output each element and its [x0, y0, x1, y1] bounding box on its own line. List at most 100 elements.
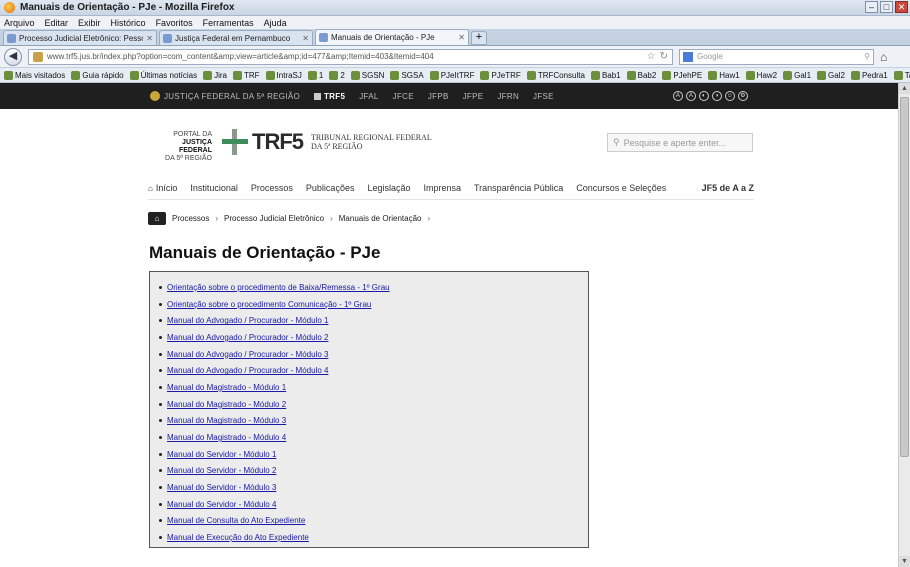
minimize-button[interactable]: –	[865, 1, 878, 13]
breadcrumb-home-icon[interactable]: ⌂	[148, 212, 166, 225]
menu-favoritos[interactable]: Favoritos	[156, 18, 193, 28]
manual-link[interactable]: Manual do Magistrado - Módulo 1	[167, 383, 286, 392]
bookmark-item[interactable]: Haw1	[708, 70, 740, 80]
manual-link[interactable]: Manual do Servidor - Módulo 2	[167, 466, 276, 475]
link-jfpb[interactable]: JFPB	[428, 92, 449, 101]
bookmark-item[interactable]: TRFConsulta	[526, 70, 585, 80]
manual-link[interactable]: Manual do Advogado / Procurador - Módulo…	[167, 316, 328, 325]
manual-link[interactable]: Manual do Magistrado - Módulo 3	[167, 416, 286, 425]
bookmark-item[interactable]: Guia rápido	[71, 70, 124, 80]
bookmark-item[interactable]: Bab1	[590, 70, 621, 80]
bookmark-item[interactable]: Haw2	[745, 70, 777, 80]
bookmark-item[interactable]: Tabelas	[893, 70, 910, 80]
bookmark-item[interactable]: SGSA	[390, 70, 424, 80]
accessibility-icon[interactable]: ☺	[725, 91, 735, 101]
nav-a-z[interactable]: JF5 de A a Z	[702, 183, 754, 193]
manual-link[interactable]: Manual do Advogado / Procurador - Módulo…	[167, 350, 328, 359]
settings-icon[interactable]: ⚙	[738, 91, 748, 101]
nav-imprensa[interactable]: Imprensa	[423, 183, 461, 193]
nav-transparencia[interactable]: Transparência Pública	[474, 183, 563, 193]
font-decrease-icon[interactable]: A	[686, 91, 696, 101]
manual-link[interactable]: Manual de Execução do Ato Expediente	[167, 533, 309, 542]
bullet-icon	[159, 319, 162, 323]
trf5-link[interactable]: TRF5	[314, 92, 345, 101]
breadcrumb-separator-icon: ›	[427, 214, 431, 223]
manual-link[interactable]: Manual do Servidor - Módulo 3	[167, 483, 276, 492]
bookmark-item[interactable]: IntraSJ	[265, 70, 302, 80]
bookmark-item[interactable]: Pedra1	[850, 70, 888, 80]
nav-institucional[interactable]: Institucional	[190, 183, 238, 193]
manual-link[interactable]: Manual do Servidor - Módulo 1	[167, 450, 276, 459]
font-increase-icon[interactable]: A	[673, 91, 683, 101]
link-jfrn[interactable]: JFRN	[497, 92, 519, 101]
portal-logo[interactable]: PORTAL DA JUSTIÇA FEDERAL DA 5ª REGIÃO	[150, 131, 212, 163]
bookmark-item[interactable]: 1	[307, 70, 323, 80]
bookmark-item[interactable]: Bab2	[626, 70, 656, 80]
nav-processos[interactable]: Processos	[251, 183, 293, 193]
bookmark-favicon-icon	[203, 70, 213, 80]
menu-arquivo[interactable]: Arquivo	[4, 18, 35, 28]
manual-link[interactable]: Orientação sobre o procedimento de Baixa…	[167, 283, 390, 292]
vertical-scrollbar[interactable]: ▲ ▼	[898, 83, 910, 567]
reload-icon[interactable]: ↻	[660, 51, 668, 62]
manual-link[interactable]: Manual do Magistrado - Módulo 4	[167, 433, 286, 442]
manual-link[interactable]: Orientação sobre o procedimento Comunica…	[167, 300, 371, 309]
trf5-logo[interactable]: TRF5 TRIBUNAL REGIONAL FEDERAL DA 5ª REG…	[222, 129, 432, 155]
site-identity-icon[interactable]	[33, 51, 43, 62]
contrast-icon[interactable]: ◐	[699, 91, 709, 101]
bookmark-item[interactable]: Mais visitados	[4, 70, 65, 80]
breadcrumb-pje[interactable]: Processo Judicial Eletrônico	[224, 214, 324, 223]
manual-link[interactable]: Manual de Consulta do Ato Expediente	[167, 516, 305, 525]
nav-publicacoes[interactable]: Publicações	[306, 183, 355, 193]
scroll-up-icon[interactable]: ▲	[899, 83, 910, 94]
scroll-down-icon[interactable]: ▼	[899, 556, 910, 567]
browser-search-input[interactable]: Google ⚲	[679, 48, 874, 65]
bookmark-item[interactable]: Gal2	[817, 70, 845, 80]
contrast-alt-icon[interactable]: ◑	[712, 91, 722, 101]
menu-historico[interactable]: Histórico	[111, 18, 146, 28]
search-icon[interactable]: ⚲	[864, 52, 870, 61]
bookmark-item[interactable]: Últimas notícias	[129, 70, 197, 80]
bookmark-item[interactable]: Jira	[203, 70, 227, 80]
new-tab-button[interactable]: +	[471, 31, 487, 45]
link-jfal[interactable]: JFAL	[359, 92, 378, 101]
bookmark-star-icon[interactable]: ☆	[647, 51, 656, 62]
bookmark-item[interactable]: 2	[329, 70, 345, 80]
menu-editar[interactable]: Editar	[45, 18, 69, 28]
maximize-button[interactable]: □	[880, 1, 893, 13]
tab-close-icon[interactable]: ✕	[146, 34, 153, 43]
tab-manuais[interactable]: Manuais de Orientação - PJe ✕	[315, 29, 469, 45]
scrollbar-thumb[interactable]	[900, 97, 909, 457]
menu-ferramentas[interactable]: Ferramentas	[203, 18, 254, 28]
bookmark-item[interactable]: SGSN	[350, 70, 384, 80]
manual-link[interactable]: Manual do Magistrado - Módulo 2	[167, 400, 286, 409]
bookmark-item[interactable]: PJehPE	[662, 70, 702, 80]
bookmark-item[interactable]: TRF	[232, 70, 260, 80]
manual-link[interactable]: Manual do Advogado / Procurador - Módulo…	[167, 333, 328, 342]
back-button[interactable]: ◀	[4, 47, 22, 66]
link-jfpe[interactable]: JFPE	[463, 92, 484, 101]
bookmark-item[interactable]: PJeItTRF	[429, 70, 474, 80]
tab-close-icon[interactable]: ✕	[458, 33, 465, 42]
nav-concursos[interactable]: Concursos e Seleções	[576, 183, 666, 193]
tab-close-icon[interactable]: ✕	[302, 34, 309, 43]
bookmark-label: Tabelas	[904, 70, 910, 80]
menu-ajuda[interactable]: Ajuda	[264, 18, 287, 28]
tab-pje-pessoa[interactable]: Processo Judicial Eletrônico: Pessoa Pro…	[3, 30, 157, 45]
bookmark-item[interactable]: Gal1	[783, 70, 811, 80]
link-jfce[interactable]: JFCE	[393, 92, 414, 101]
tab-jfpe[interactable]: Justiça Federal em Pernambuco ✕	[159, 30, 313, 45]
jf5-link[interactable]: JUSTIÇA FEDERAL DA 5ª REGIÃO	[150, 91, 300, 101]
breadcrumb-processos[interactable]: Processos	[172, 214, 209, 223]
site-search-input[interactable]: ⚲ Pesquise e aperte enter...	[607, 133, 753, 152]
url-bar[interactable]: www.trf5.jus.br/index.php?option=com_con…	[28, 48, 673, 65]
home-icon[interactable]: ⌂	[880, 50, 887, 64]
manual-link[interactable]: Manual do Servidor - Módulo 4	[167, 500, 276, 509]
nav-inicio[interactable]: ⌂ Início	[148, 183, 177, 193]
link-jfse[interactable]: JFSE	[533, 92, 554, 101]
bookmark-item[interactable]: PJeTRF	[480, 70, 521, 80]
close-window-button[interactable]: ✕	[895, 1, 908, 13]
manual-link[interactable]: Manual do Advogado / Procurador - Módulo…	[167, 366, 328, 375]
nav-legislacao[interactable]: Legislação	[367, 183, 410, 193]
menu-exibir[interactable]: Exibir	[78, 18, 101, 28]
